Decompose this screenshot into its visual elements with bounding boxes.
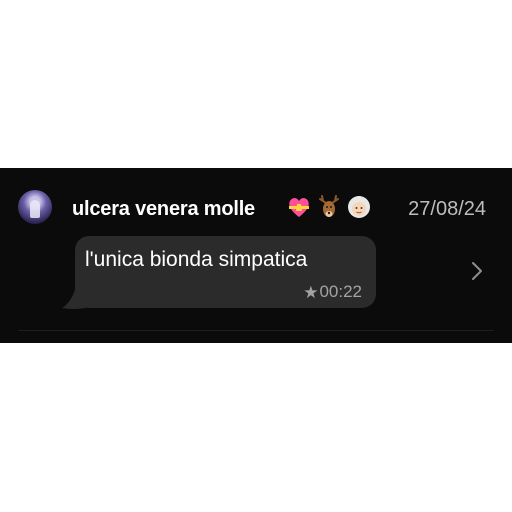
sender-emojis — [286, 194, 372, 220]
message-time: 00:22 — [319, 282, 362, 301]
divider — [18, 330, 494, 331]
avatar[interactable] — [18, 190, 52, 224]
heart-with-ribbon-icon — [286, 194, 312, 220]
older-woman-icon — [346, 194, 372, 220]
chevron-right-icon[interactable] — [470, 260, 484, 282]
message-row[interactable]: ulcera venera molle 27/08/24 l'unica bio… — [0, 168, 512, 343]
message-bubble[interactable]: l'unica bionda simpatica ★ 00:22 — [75, 236, 376, 308]
sender-name: ulcera venera molle — [72, 198, 255, 220]
avatar-figure — [30, 200, 40, 218]
star-icon: ★ — [303, 282, 319, 302]
message-date: 27/08/24 — [408, 198, 486, 220]
message-text: l'unica bionda simpatica — [85, 248, 308, 271]
deer-icon — [316, 194, 342, 220]
message-meta: ★ 00:22 — [303, 282, 362, 302]
